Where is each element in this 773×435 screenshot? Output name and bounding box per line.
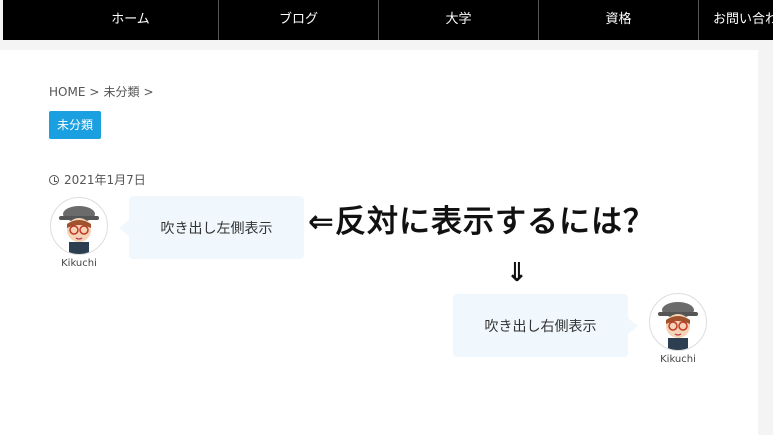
category-badge[interactable]: 未分類: [49, 111, 102, 139]
post-date-text: 2021年1月7日: [64, 173, 146, 187]
nav-item-home[interactable]: ホーム: [3, 0, 219, 40]
nav-item-blog[interactable]: ブログ: [219, 0, 379, 40]
nav-item-university[interactable]: 大学: [379, 0, 539, 40]
speech-bubble-text: 吹き出し右側表示: [484, 318, 597, 335]
speech-bubble-text: 吹き出し左側表示: [160, 220, 273, 237]
article-content: HOME > 未分類 > 未分類 2021年1月7日 Kikuchi 吹き出し左側表示…: [0, 50, 758, 435]
avatar-illustration: [59, 206, 99, 254]
avatar-name: Kikuchi: [660, 354, 696, 365]
breadcrumb-category[interactable]: 未分類: [103, 85, 139, 99]
breadcrumb: HOME > 未分類 >: [49, 83, 158, 100]
main-nav: ホーム ブログ 大学 資格 お問い合わ: [3, 0, 773, 40]
down-arrow-icon: ⇓: [506, 258, 528, 288]
clock-icon: [49, 174, 59, 185]
annotation-text: ⇐反対に表示するには？: [308, 204, 655, 240]
avatar-illustration: [658, 302, 698, 350]
speech-bubble-right: 吹き出し右側表示: [453, 294, 638, 357]
avatar-name: Kikuchi: [61, 258, 97, 269]
avatar: [649, 293, 707, 351]
speaker-right: Kikuchi: [647, 293, 709, 365]
breadcrumb-separator: >: [89, 85, 100, 99]
post-date: 2021年1月7日: [49, 171, 146, 188]
avatar: [50, 197, 108, 255]
speech-bubble-left: 吹き出し左側表示: [119, 196, 304, 259]
nav-item-contact[interactable]: お問い合わ: [699, 0, 773, 40]
breadcrumb-separator: >: [143, 85, 154, 99]
nav-item-certification[interactable]: 資格: [539, 0, 699, 40]
breadcrumb-home[interactable]: HOME: [49, 85, 85, 99]
speaker-left: Kikuchi: [48, 197, 110, 269]
